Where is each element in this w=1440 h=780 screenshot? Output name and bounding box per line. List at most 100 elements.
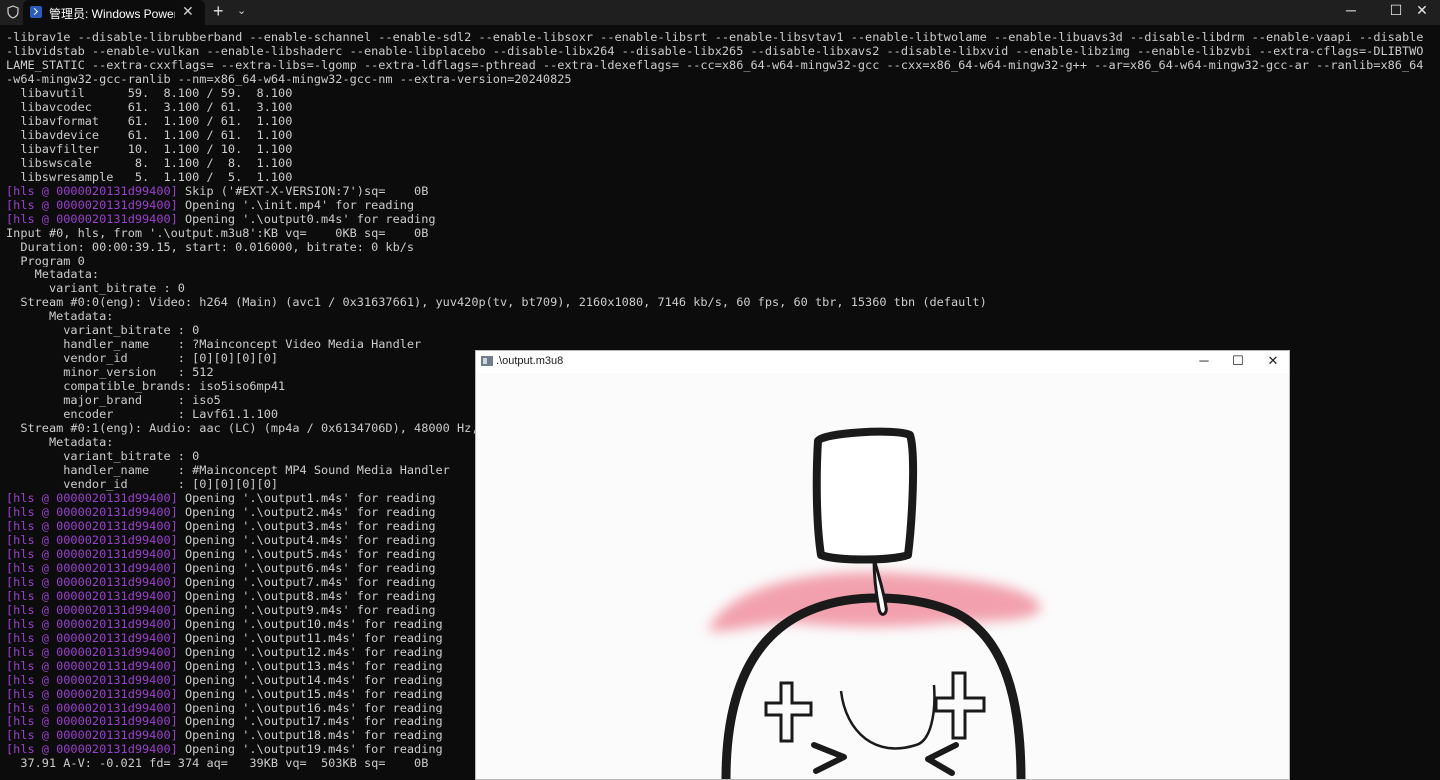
log-text: Duration: 00:00:39.15, start: 0.016000, …	[6, 239, 415, 254]
log-text: encoder : Lavf61.1.100	[6, 407, 279, 422]
log-text: libavcodec 61. 3.100 / 61. 3.100	[6, 99, 293, 114]
log-prefix: [hls @ 0000020131d99400]	[6, 197, 178, 212]
log-prefix: [hls @ 0000020131d99400]	[6, 728, 178, 743]
video-frame[interactable]	[476, 373, 1289, 779]
log-text: Opening '.\output0.m4s' for reading	[177, 211, 436, 226]
log-text: minor_version : 512	[6, 365, 214, 380]
powershell-icon	[30, 6, 42, 18]
terminal-line: libswresample 5. 1.100 / 5. 1.100	[6, 170, 1436, 184]
close-button[interactable]: ✕	[1404, 2, 1440, 19]
player-maximize-button[interactable]: ☐	[1223, 353, 1253, 369]
log-text: Opening '.\output17.m4s' for reading	[177, 714, 443, 729]
log-text: Opening '.\output6.m4s' for reading	[177, 560, 436, 575]
player-title-bar[interactable]: .\output.m3u8 ─ ☐ ✕	[476, 351, 1289, 373]
log-text: Metadata:	[6, 267, 100, 282]
log-prefix: [hls @ 0000020131d99400]	[6, 616, 178, 631]
log-text: Opening '.\output15.m4s' for reading	[177, 686, 443, 701]
log-prefix: [hls @ 0000020131d99400]	[6, 588, 178, 603]
log-prefix: [hls @ 0000020131d99400]	[6, 490, 178, 505]
log-text: vendor_id : [0][0][0][0]	[6, 351, 279, 366]
terminal-line: LAME_STATIC --extra-cxxflags= --extra-li…	[6, 58, 1436, 72]
log-text: -libvidstab --enable-vulkan --enable-lib…	[6, 43, 1424, 58]
app-icon	[481, 356, 493, 366]
terminal-title-bar: 管理员: Windows PowerShell ✕ + ⌄ ─ ☐ ✕	[0, 0, 1440, 25]
terminal-line: libavutil 59. 8.100 / 59. 8.100	[6, 86, 1436, 100]
log-prefix: [hls @ 0000020131d99400]	[6, 714, 178, 729]
terminal-line: Metadata:	[6, 267, 1436, 281]
log-text: Skip ('#EXT-X-VERSION:7')sq= 0B	[177, 183, 429, 198]
log-text: Opening '.\output11.m4s' for reading	[177, 630, 443, 645]
log-text: Opening '.\output5.m4s' for reading	[177, 546, 436, 561]
log-text: -w64-mingw32-gcc-ranlib --nm=x86_64-w64-…	[6, 71, 572, 86]
log-text: Opening '.\output8.m4s' for reading	[177, 588, 436, 603]
terminal-line: Input #0, hls, from '.\output.m3u8':KB v…	[6, 226, 1436, 240]
log-prefix: [hls @ 0000020131d99400]	[6, 742, 178, 757]
log-text: libswscale 8. 1.100 / 8. 1.100	[6, 155, 293, 170]
log-text: libavformat 61. 1.100 / 61. 1.100	[6, 113, 293, 128]
log-prefix: [hls @ 0000020131d99400]	[6, 658, 178, 673]
chevron-down-icon[interactable]: ⌄	[237, 4, 246, 17]
log-text: variant_bitrate : 0	[6, 281, 185, 296]
log-text: Opening '.\output14.m4s' for reading	[177, 672, 443, 687]
log-prefix: [hls @ 0000020131d99400]	[6, 700, 178, 715]
log-prefix: [hls @ 0000020131d99400]	[6, 560, 178, 575]
log-text: Input #0, hls, from '.\output.m3u8':KB v…	[6, 225, 429, 240]
player-close-button[interactable]: ✕	[1258, 353, 1288, 369]
log-text: Opening '.\output3.m4s' for reading	[177, 518, 436, 533]
log-text: Opening '.\output7.m4s' for reading	[177, 574, 436, 589]
log-prefix: [hls @ 0000020131d99400]	[6, 574, 178, 589]
terminal-line: -librav1e --disable-librubberband --enab…	[6, 30, 1436, 44]
tab-title: 管理员: Windows PowerShell	[49, 7, 175, 21]
log-text: variant_bitrate : 0	[6, 449, 200, 464]
log-text: libavfilter 10. 1.100 / 10. 1.100	[6, 141, 293, 156]
terminal-line: Metadata:	[6, 309, 1436, 323]
log-prefix: [hls @ 0000020131d99400]	[6, 546, 178, 561]
terminal-line: -w64-mingw32-gcc-ranlib --nm=x86_64-w64-…	[6, 72, 1436, 86]
log-prefix: [hls @ 0000020131d99400]	[6, 518, 178, 533]
terminal-line: variant_bitrate : 0	[6, 323, 1436, 337]
log-text: Stream #0:1(eng): Audio: aac (LC) (mp4a …	[6, 421, 479, 436]
log-text: Opening '.\output16.m4s' for reading	[177, 700, 443, 715]
log-prefix: [hls @ 0000020131d99400]	[6, 672, 178, 687]
terminal-line: Program 0	[6, 254, 1436, 268]
terminal-line: [hls @ 0000020131d99400] Skip ('#EXT-X-V…	[6, 184, 1436, 198]
log-prefix: [hls @ 0000020131d99400]	[6, 630, 178, 645]
terminal-line: [hls @ 0000020131d99400] Opening '.\init…	[6, 198, 1436, 212]
log-text: variant_bitrate : 0	[6, 323, 200, 338]
log-text: Opening '.\output9.m4s' for reading	[177, 602, 436, 617]
log-text: Stream #0:0(eng): Video: h264 (Main) (av…	[6, 295, 987, 310]
tab-close-icon[interactable]: ✕	[182, 3, 194, 20]
terminal-line: Stream #0:0(eng): Video: h264 (Main) (av…	[6, 295, 1436, 309]
terminal-line: libavformat 61. 1.100 / 61. 1.100	[6, 114, 1436, 128]
log-text: Metadata:	[6, 435, 114, 450]
log-text: libavutil 59. 8.100 / 59. 8.100	[6, 85, 293, 100]
log-prefix: [hls @ 0000020131d99400]	[6, 644, 178, 659]
terminal-line: [hls @ 0000020131d99400] Opening '.\outp…	[6, 212, 1436, 226]
log-text: handler_name : #Mainconcept MP4 Sound Me…	[6, 463, 450, 477]
player-minimize-button[interactable]: ─	[1189, 353, 1219, 368]
log-prefix: [hls @ 0000020131d99400]	[6, 686, 178, 701]
video-player-window[interactable]: .\output.m3u8 ─ ☐ ✕	[475, 350, 1290, 780]
log-text: Opening '.\output4.m4s' for reading	[177, 532, 436, 547]
terminal-line: libavfilter 10. 1.100 / 10. 1.100	[6, 142, 1436, 156]
log-prefix: [hls @ 0000020131d99400]	[6, 602, 178, 617]
log-prefix: [hls @ 0000020131d99400]	[6, 183, 178, 198]
log-text: Program 0	[6, 253, 85, 268]
terminal-line: variant_bitrate : 0	[6, 281, 1436, 295]
log-text: Opening '.\output13.m4s' for reading	[177, 658, 443, 673]
terminal-line: libavcodec 61. 3.100 / 61. 3.100	[6, 100, 1436, 114]
minimize-button[interactable]: ─	[1333, 2, 1369, 18]
log-prefix: [hls @ 0000020131d99400]	[6, 504, 178, 519]
terminal-line: libswscale 8. 1.100 / 8. 1.100	[6, 156, 1436, 170]
tab-powershell[interactable]: 管理员: Windows PowerShell ✕	[23, 0, 205, 25]
log-text: handler_name : ?Mainconcept Video Media …	[6, 337, 422, 352]
log-text: Opening '.\output12.m4s' for reading	[177, 644, 443, 659]
new-tab-button[interactable]: +	[213, 1, 224, 22]
log-text: Opening '.\output19.m4s' for reading	[177, 742, 443, 757]
log-text: Opening '.\output2.m4s' for reading	[177, 504, 436, 519]
terminal-line: -libvidstab --enable-vulkan --enable-lib…	[6, 44, 1436, 58]
log-text: LAME_STATIC --extra-cxxflags= --extra-li…	[6, 57, 1424, 72]
log-prefix: [hls @ 0000020131d99400]	[6, 211, 178, 226]
log-text: Metadata:	[6, 309, 114, 324]
log-text: vendor_id : [0][0][0][0]	[6, 477, 279, 491]
